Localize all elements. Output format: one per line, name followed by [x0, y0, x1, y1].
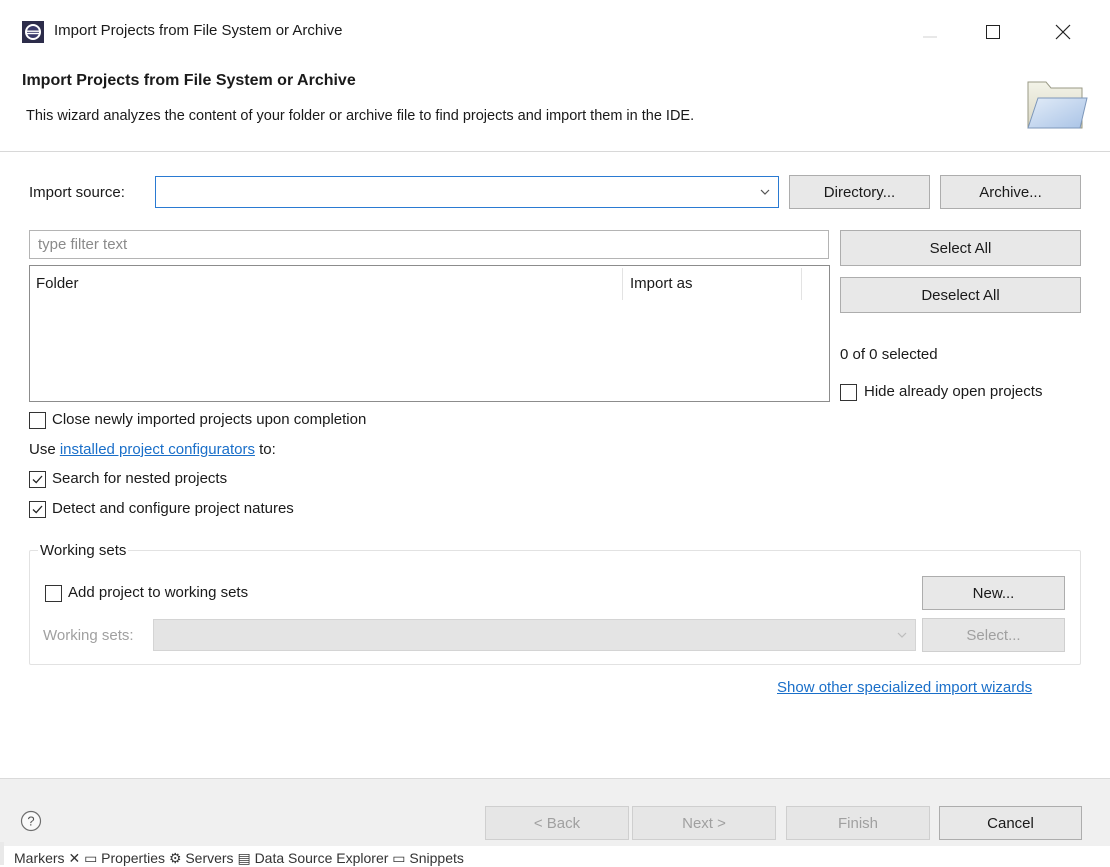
new-working-set-button[interactable]: New...: [922, 576, 1065, 610]
search-nested-projects-label[interactable]: Search for nested projects: [52, 470, 227, 487]
column-divider[interactable]: [801, 268, 802, 300]
svg-text:?: ?: [27, 814, 34, 829]
other-import-wizards-link[interactable]: Show other specialized import wizards: [777, 679, 1032, 696]
ide-background-edge: [0, 842, 4, 865]
project-table[interactable]: Folder Import as: [29, 265, 830, 402]
chevron-down-icon: [760, 189, 770, 195]
installed-project-configurators-link[interactable]: installed project configurators: [60, 441, 255, 458]
working-sets-combo[interactable]: [153, 619, 916, 651]
back-button[interactable]: < Back: [485, 806, 629, 840]
configurators-prefix: Use: [29, 441, 60, 458]
search-nested-projects-checkbox[interactable]: [29, 471, 46, 488]
next-button[interactable]: Next >: [632, 806, 776, 840]
deselect-all-button[interactable]: Deselect All: [840, 277, 1081, 313]
help-icon[interactable]: ?: [20, 810, 42, 832]
checkmark-icon: [32, 505, 43, 514]
add-to-working-sets-label[interactable]: Add project to working sets: [68, 584, 248, 601]
hide-open-projects-label[interactable]: Hide already open projects: [864, 383, 1042, 400]
minimize-icon: [923, 36, 937, 38]
wizard-title: Import Projects from File System or Arch…: [22, 72, 356, 89]
select-working-sets-button[interactable]: Select...: [922, 618, 1065, 652]
add-to-working-sets-checkbox[interactable]: [45, 585, 62, 602]
window-title: Import Projects from File System or Arch…: [54, 22, 343, 39]
minimize-button[interactable]: [912, 12, 948, 52]
detect-project-natures-checkbox[interactable]: [29, 501, 46, 518]
configurators-line: Use installed project configurators to:: [29, 441, 276, 458]
eclipse-app-icon: [22, 21, 44, 43]
import-source-combo[interactable]: [155, 176, 779, 208]
close-newly-imported-checkbox[interactable]: [29, 412, 46, 429]
close-icon: [1055, 24, 1071, 40]
chevron-down-icon: [897, 632, 907, 638]
close-newly-imported-label[interactable]: Close newly imported projects upon compl…: [52, 411, 366, 428]
close-button[interactable]: [1040, 12, 1086, 52]
archive-button[interactable]: Archive...: [940, 175, 1081, 209]
ide-view-tabs: Markers ✕ ▭ Properties ⚙ Servers ▤ Data …: [14, 850, 464, 866]
select-all-button[interactable]: Select All: [840, 230, 1081, 266]
column-header-folder[interactable]: Folder: [36, 275, 79, 292]
column-header-import-as[interactable]: Import as: [630, 275, 693, 292]
configurators-suffix: to:: [254, 441, 276, 458]
column-divider[interactable]: [622, 268, 623, 300]
hide-open-projects-checkbox[interactable]: [840, 384, 857, 401]
import-source-label: Import source:: [29, 184, 125, 201]
directory-button[interactable]: Directory...: [789, 175, 930, 209]
selected-count: 0 of 0 selected: [840, 346, 938, 363]
filter-input[interactable]: [29, 230, 829, 259]
folder-open-icon: [1024, 72, 1088, 134]
checkmark-icon: [32, 475, 43, 484]
detect-project-natures-label[interactable]: Detect and configure project natures: [52, 500, 294, 517]
maximize-icon: [986, 25, 1000, 39]
maximize-button[interactable]: [970, 12, 1016, 52]
working-sets-legend: Working sets: [38, 542, 129, 559]
cancel-button[interactable]: Cancel: [939, 806, 1082, 840]
working-sets-label: Working sets:: [43, 627, 134, 644]
finish-button[interactable]: Finish: [786, 806, 930, 840]
wizard-description: This wizard analyzes the content of your…: [26, 108, 695, 124]
